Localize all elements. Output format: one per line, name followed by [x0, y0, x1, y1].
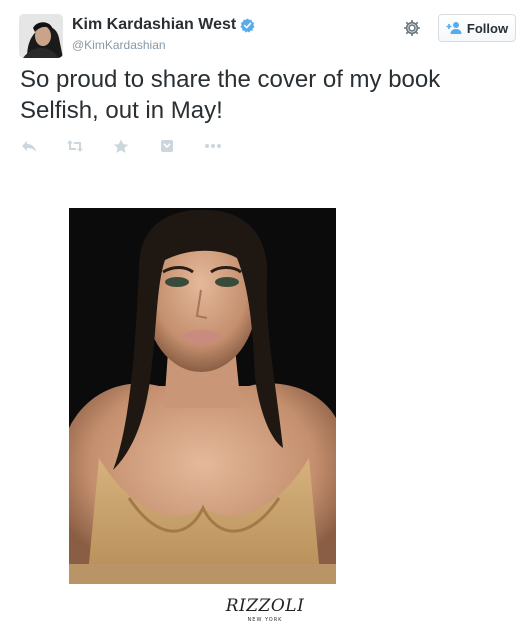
book-cover-image[interactable] — [69, 208, 336, 584]
follow-person-icon — [446, 21, 462, 35]
follow-button[interactable]: Follow — [438, 14, 516, 42]
tweet-text-line-1: So proud to share the cover of my book — [20, 66, 441, 93]
favorite-icon[interactable] — [112, 138, 130, 154]
publisher-subtitle: NEW YORK — [247, 617, 283, 623]
publisher-logo: RIZZOLI NEW YORK — [0, 596, 530, 624]
retweet-icon[interactable] — [66, 138, 84, 154]
user-name-line[interactable]: Kim Kardashian West — [72, 16, 255, 34]
follow-label: Follow — [466, 20, 509, 36]
tweet-actions — [20, 136, 250, 156]
user-handle[interactable]: @KimKardashian — [72, 38, 166, 52]
gear-icon[interactable] — [402, 18, 422, 38]
verified-badge-icon — [240, 17, 255, 33]
publisher-name: RIZZOLI — [225, 596, 305, 616]
avatar[interactable] — [19, 14, 63, 58]
tweet-text: So proud to share the cover of my book S… — [20, 64, 510, 126]
pocket-icon[interactable] — [158, 138, 176, 154]
tweet-card: Kim Kardashian West @KimKardashian Follo… — [0, 0, 530, 641]
more-icon[interactable] — [204, 138, 222, 154]
tweet-text-line-2: Selfish, out in May! — [20, 97, 223, 124]
reply-icon[interactable] — [20, 138, 38, 154]
display-name[interactable]: Kim Kardashian West — [72, 16, 236, 34]
